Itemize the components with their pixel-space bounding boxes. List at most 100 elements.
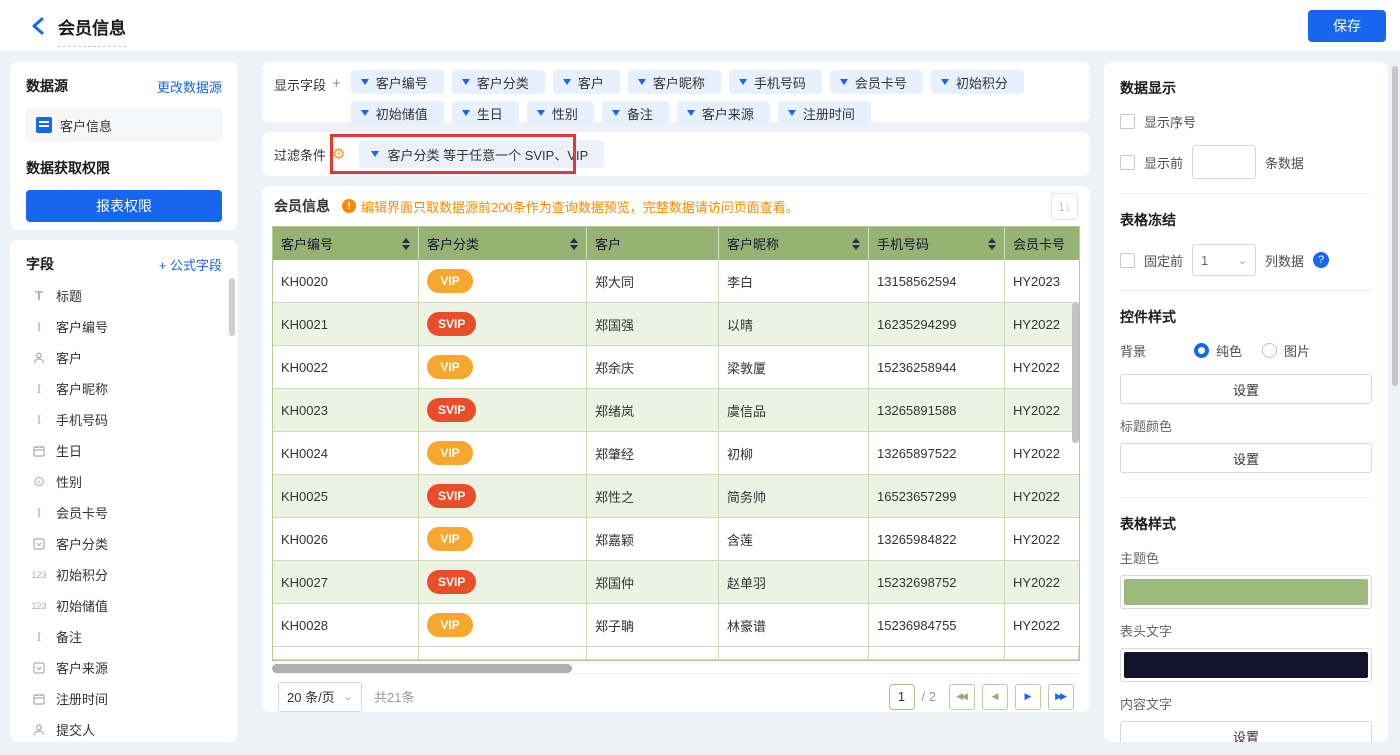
content-text-set-button[interactable]: 设置 bbox=[1120, 721, 1372, 742]
page-scrollbar[interactable] bbox=[1392, 66, 1398, 386]
display-field-chip[interactable]: 客户 bbox=[552, 70, 620, 94]
cell-card: HY2022 bbox=[1013, 316, 1060, 332]
add-formula-field-link[interactable]: + 公式字段 bbox=[159, 255, 222, 274]
sort-arrows-icon[interactable] bbox=[852, 237, 860, 250]
rows-suffix-label: 条数据 bbox=[1265, 155, 1305, 171]
table-row[interactable]: KH0020 VIP 郑大同 李白 13158562594 HY2023 bbox=[273, 260, 1079, 303]
number-icon: 123 bbox=[31, 600, 47, 611]
show-index-checkbox[interactable] bbox=[1120, 114, 1135, 129]
field-item[interactable]: T I ⊙ 123 客户分类 bbox=[10, 528, 238, 559]
field-item[interactable]: T I ⊙ 123 客户来源 bbox=[10, 652, 238, 683]
grid-header: 客户编号 客户分类 客户 客户昵称 手机号码 会员卡号 bbox=[273, 227, 1079, 260]
display-fields-label: 显示字段 bbox=[274, 78, 327, 93]
sort-arrows-icon[interactable] bbox=[570, 237, 578, 250]
display-field-chip[interactable]: 客户分类 bbox=[451, 70, 545, 94]
field-item[interactable]: T I ⊙ 123 初始储值 bbox=[10, 590, 238, 621]
theme-color-swatch[interactable] bbox=[1120, 575, 1372, 609]
table-row[interactable]: KH0021 SVIP 郑国强 以晴 16235294299 HY2022 bbox=[273, 303, 1079, 346]
field-item[interactable]: T I ⊙ 123 注册时间 bbox=[10, 683, 238, 714]
last-page-button[interactable]: ▶▶ bbox=[1048, 683, 1074, 710]
prev-page-button[interactable]: ◀ bbox=[982, 683, 1008, 710]
background-set-button[interactable]: 设置 bbox=[1120, 374, 1372, 404]
help-icon[interactable]: ? bbox=[1313, 252, 1330, 268]
gear-icon[interactable]: ⚙ bbox=[332, 145, 345, 163]
table-row[interactable]: KH0027 SVIP 郑国仲 赵单羽 15232698752 HY2022 bbox=[273, 561, 1079, 604]
table-row[interactable]: KH0026 VIP 郑嘉颖 含莲 13265984822 HY2022 bbox=[273, 518, 1079, 561]
tier-badge: VIP bbox=[427, 269, 473, 293]
tier-badge: VIP bbox=[427, 527, 473, 551]
column-header[interactable]: 客户 bbox=[587, 227, 719, 260]
display-field-chip[interactable]: 手机号码 bbox=[728, 70, 822, 94]
datasource-item[interactable]: 客户信息 bbox=[26, 108, 222, 142]
display-field-chip[interactable]: 初始积分 bbox=[930, 70, 1024, 94]
field-item[interactable]: T I ⊙ 123 生日 bbox=[10, 435, 238, 466]
table-row[interactable]: KH0022 VIP 郑余庆 梁敦厦 15236258944 HY2022 bbox=[273, 346, 1079, 389]
field-item[interactable]: T I ⊙ 123 客户 bbox=[10, 342, 238, 373]
title-color-set-button[interactable]: 设置 bbox=[1120, 443, 1372, 473]
row-limit-input[interactable] bbox=[1192, 145, 1257, 179]
table-horizontal-scrollbar[interactable] bbox=[272, 664, 572, 673]
display-field-chip[interactable]: 客户来源 bbox=[676, 101, 770, 125]
column-header[interactable]: 手机号码 bbox=[869, 227, 1005, 260]
filter-condition-chip[interactable]: 客户分类 等于任意一个 SVIP、VIP bbox=[359, 140, 605, 168]
field-item[interactable]: T I ⊙ 123 标题 bbox=[10, 280, 238, 311]
field-item[interactable]: T I ⊙ 123 客户编号 bbox=[10, 311, 238, 342]
display-field-chip[interactable]: 备注 bbox=[601, 101, 669, 125]
current-page-input[interactable]: 1 bbox=[888, 683, 915, 710]
show-first-checkbox[interactable] bbox=[1120, 154, 1135, 170]
field-item[interactable]: T I ⊙ 123 备注 bbox=[10, 621, 238, 652]
cell-card: HY2023 bbox=[1013, 273, 1060, 289]
tier-badge: SVIP bbox=[427, 570, 477, 594]
table-row[interactable]: KH0023 SVIP 郑绪岚 虞信品 13265891588 HY2022 bbox=[273, 389, 1079, 432]
cell-category: VIP bbox=[419, 346, 587, 388]
column-label: 客户编号 bbox=[281, 237, 334, 252]
display-field-chip[interactable]: 初始储值 bbox=[350, 101, 444, 125]
table-vertical-scrollbar[interactable] bbox=[1072, 303, 1079, 443]
change-datasource-link[interactable]: 更改数据源 bbox=[157, 77, 222, 96]
display-field-chip[interactable]: 客户编号 bbox=[350, 70, 444, 94]
table-row[interactable]: KH0028 VIP 郑子聃 林豪谱 15236984755 HY2022 bbox=[273, 604, 1079, 647]
field-item[interactable]: T I ⊙ 123 性别 bbox=[10, 466, 238, 497]
display-field-chip[interactable]: 注册时间 bbox=[777, 101, 871, 125]
sort-arrows-icon[interactable] bbox=[988, 237, 996, 250]
first-page-button[interactable]: ◀◀ bbox=[949, 683, 975, 710]
header-text-label: 表头文字 bbox=[1120, 624, 1173, 639]
page-size-select[interactable]: 20 条/页 ⌄ bbox=[278, 681, 362, 712]
back-icon[interactable] bbox=[26, 14, 50, 38]
field-item[interactable]: T I ⊙ 123 会员卡号 bbox=[10, 497, 238, 528]
chip-label: 手机号码 bbox=[753, 75, 806, 91]
header-text-swatch[interactable] bbox=[1120, 648, 1372, 682]
field-item[interactable]: T I ⊙ 123 客户昵称 bbox=[10, 373, 238, 404]
column-header[interactable]: 客户分类 bbox=[419, 227, 587, 260]
person-icon bbox=[30, 352, 48, 364]
column-header[interactable]: 客户编号 bbox=[273, 227, 419, 260]
table-row[interactable]: KH0025 SVIP 郑性之 简务帅 16523657299 HY2022 bbox=[273, 475, 1079, 518]
cell-phone: 16235294299 bbox=[869, 303, 1005, 345]
sort-arrows-icon[interactable] bbox=[402, 237, 410, 250]
display-field-chip[interactable]: 性别 bbox=[526, 101, 594, 125]
report-permission-button[interactable]: 报表权限 bbox=[26, 190, 222, 222]
field-item[interactable]: T I ⊙ 123 手机号码 bbox=[10, 404, 238, 435]
chevron-down-icon bbox=[360, 110, 369, 116]
display-field-chip[interactable]: 会员卡号 bbox=[829, 70, 923, 94]
save-button[interactable]: 保存 bbox=[1308, 10, 1386, 42]
next-page-button[interactable]: ▶ bbox=[1015, 683, 1041, 710]
sort-order-icon[interactable]: 1↓ bbox=[1051, 193, 1078, 220]
column-header[interactable]: 客户昵称 bbox=[719, 227, 869, 260]
display-field-chip[interactable]: 生日 bbox=[451, 101, 519, 125]
image-radio[interactable]: 图片 bbox=[1262, 341, 1310, 360]
solid-color-radio[interactable]: 纯色 bbox=[1194, 341, 1242, 360]
column-header[interactable]: 会员卡号 bbox=[1005, 227, 1079, 260]
freeze-count-select[interactable]: 1 ⌄ bbox=[1192, 244, 1257, 276]
field-item[interactable]: T I ⊙ 123 提交人 bbox=[10, 714, 238, 742]
add-field-icon[interactable]: + bbox=[332, 75, 341, 92]
cell-phone: 13158562594 bbox=[869, 260, 1005, 302]
freeze-checkbox[interactable] bbox=[1120, 252, 1135, 268]
datasource-heading: 数据源 bbox=[26, 78, 68, 94]
cell-category: SVIP bbox=[419, 561, 587, 603]
fields-scrollbar[interactable] bbox=[229, 278, 235, 336]
field-item[interactable]: T I ⊙ 123 初始积分 bbox=[10, 559, 238, 590]
partial-table-row: SVIP bbox=[273, 647, 1079, 660]
table-row[interactable]: KH0024 VIP 郑肇经 初柳 13265897522 HY2022 bbox=[273, 432, 1079, 475]
display-field-chip[interactable]: 客户昵称 bbox=[627, 70, 721, 94]
